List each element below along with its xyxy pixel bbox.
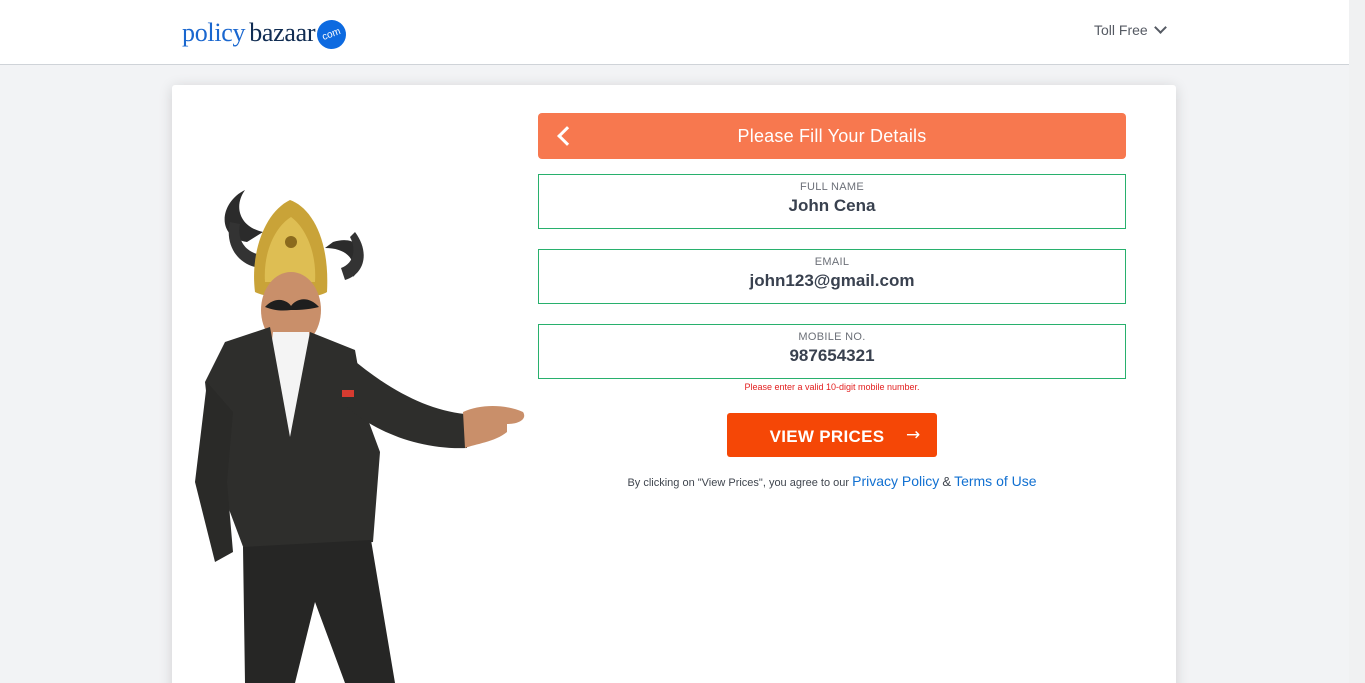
terms-consent: By clicking on "View Prices", you agree … <box>538 473 1126 489</box>
mobile-field[interactable]: MOBILE NO. <box>538 324 1126 379</box>
logo-text-policy: policy <box>182 18 246 47</box>
site-header: policy bazaar com Toll Free <box>0 0 1349 65</box>
chevron-down-icon <box>1153 21 1167 34</box>
form-header-banner: Please Fill Your Details <box>538 113 1126 159</box>
mascot-image <box>195 190 525 683</box>
arrow-right-icon: → <box>906 425 921 445</box>
form-title: Please Fill Your Details <box>737 126 927 146</box>
policybazaar-logo[interactable]: policy bazaar com <box>182 15 351 53</box>
email-input[interactable] <box>539 271 1125 291</box>
view-prices-label: VIEW PRICES <box>769 427 885 446</box>
terms-prefix-text: By clicking on "View Prices", you agree … <box>627 477 850 489</box>
full-name-field[interactable]: FULL NAME <box>538 174 1126 229</box>
mobile-error-message: Please enter a valid 10-digit mobile num… <box>744 382 920 392</box>
toll-free-label: Toll Free <box>1094 22 1148 38</box>
toll-free-dropdown[interactable]: Toll Free <box>1094 21 1167 38</box>
privacy-policy-link[interactable]: Privacy Policy <box>852 473 939 489</box>
logo-com-badge: com <box>313 15 351 53</box>
mobile-input[interactable] <box>539 346 1125 366</box>
view-prices-button[interactable]: VIEW PRICES → <box>727 413 937 457</box>
terms-of-use-link[interactable]: Terms of Use <box>954 473 1036 489</box>
email-field[interactable]: EMAIL <box>538 249 1126 304</box>
ampersand-text: & <box>942 474 951 489</box>
logo-text-bazaar: bazaar <box>249 18 316 47</box>
scrollbar-track[interactable] <box>1349 0 1365 683</box>
mobile-label: MOBILE NO. <box>798 331 866 343</box>
full-name-input[interactable] <box>539 196 1125 216</box>
full-name-label: FULL NAME <box>799 181 865 193</box>
email-label: EMAIL <box>814 256 850 268</box>
